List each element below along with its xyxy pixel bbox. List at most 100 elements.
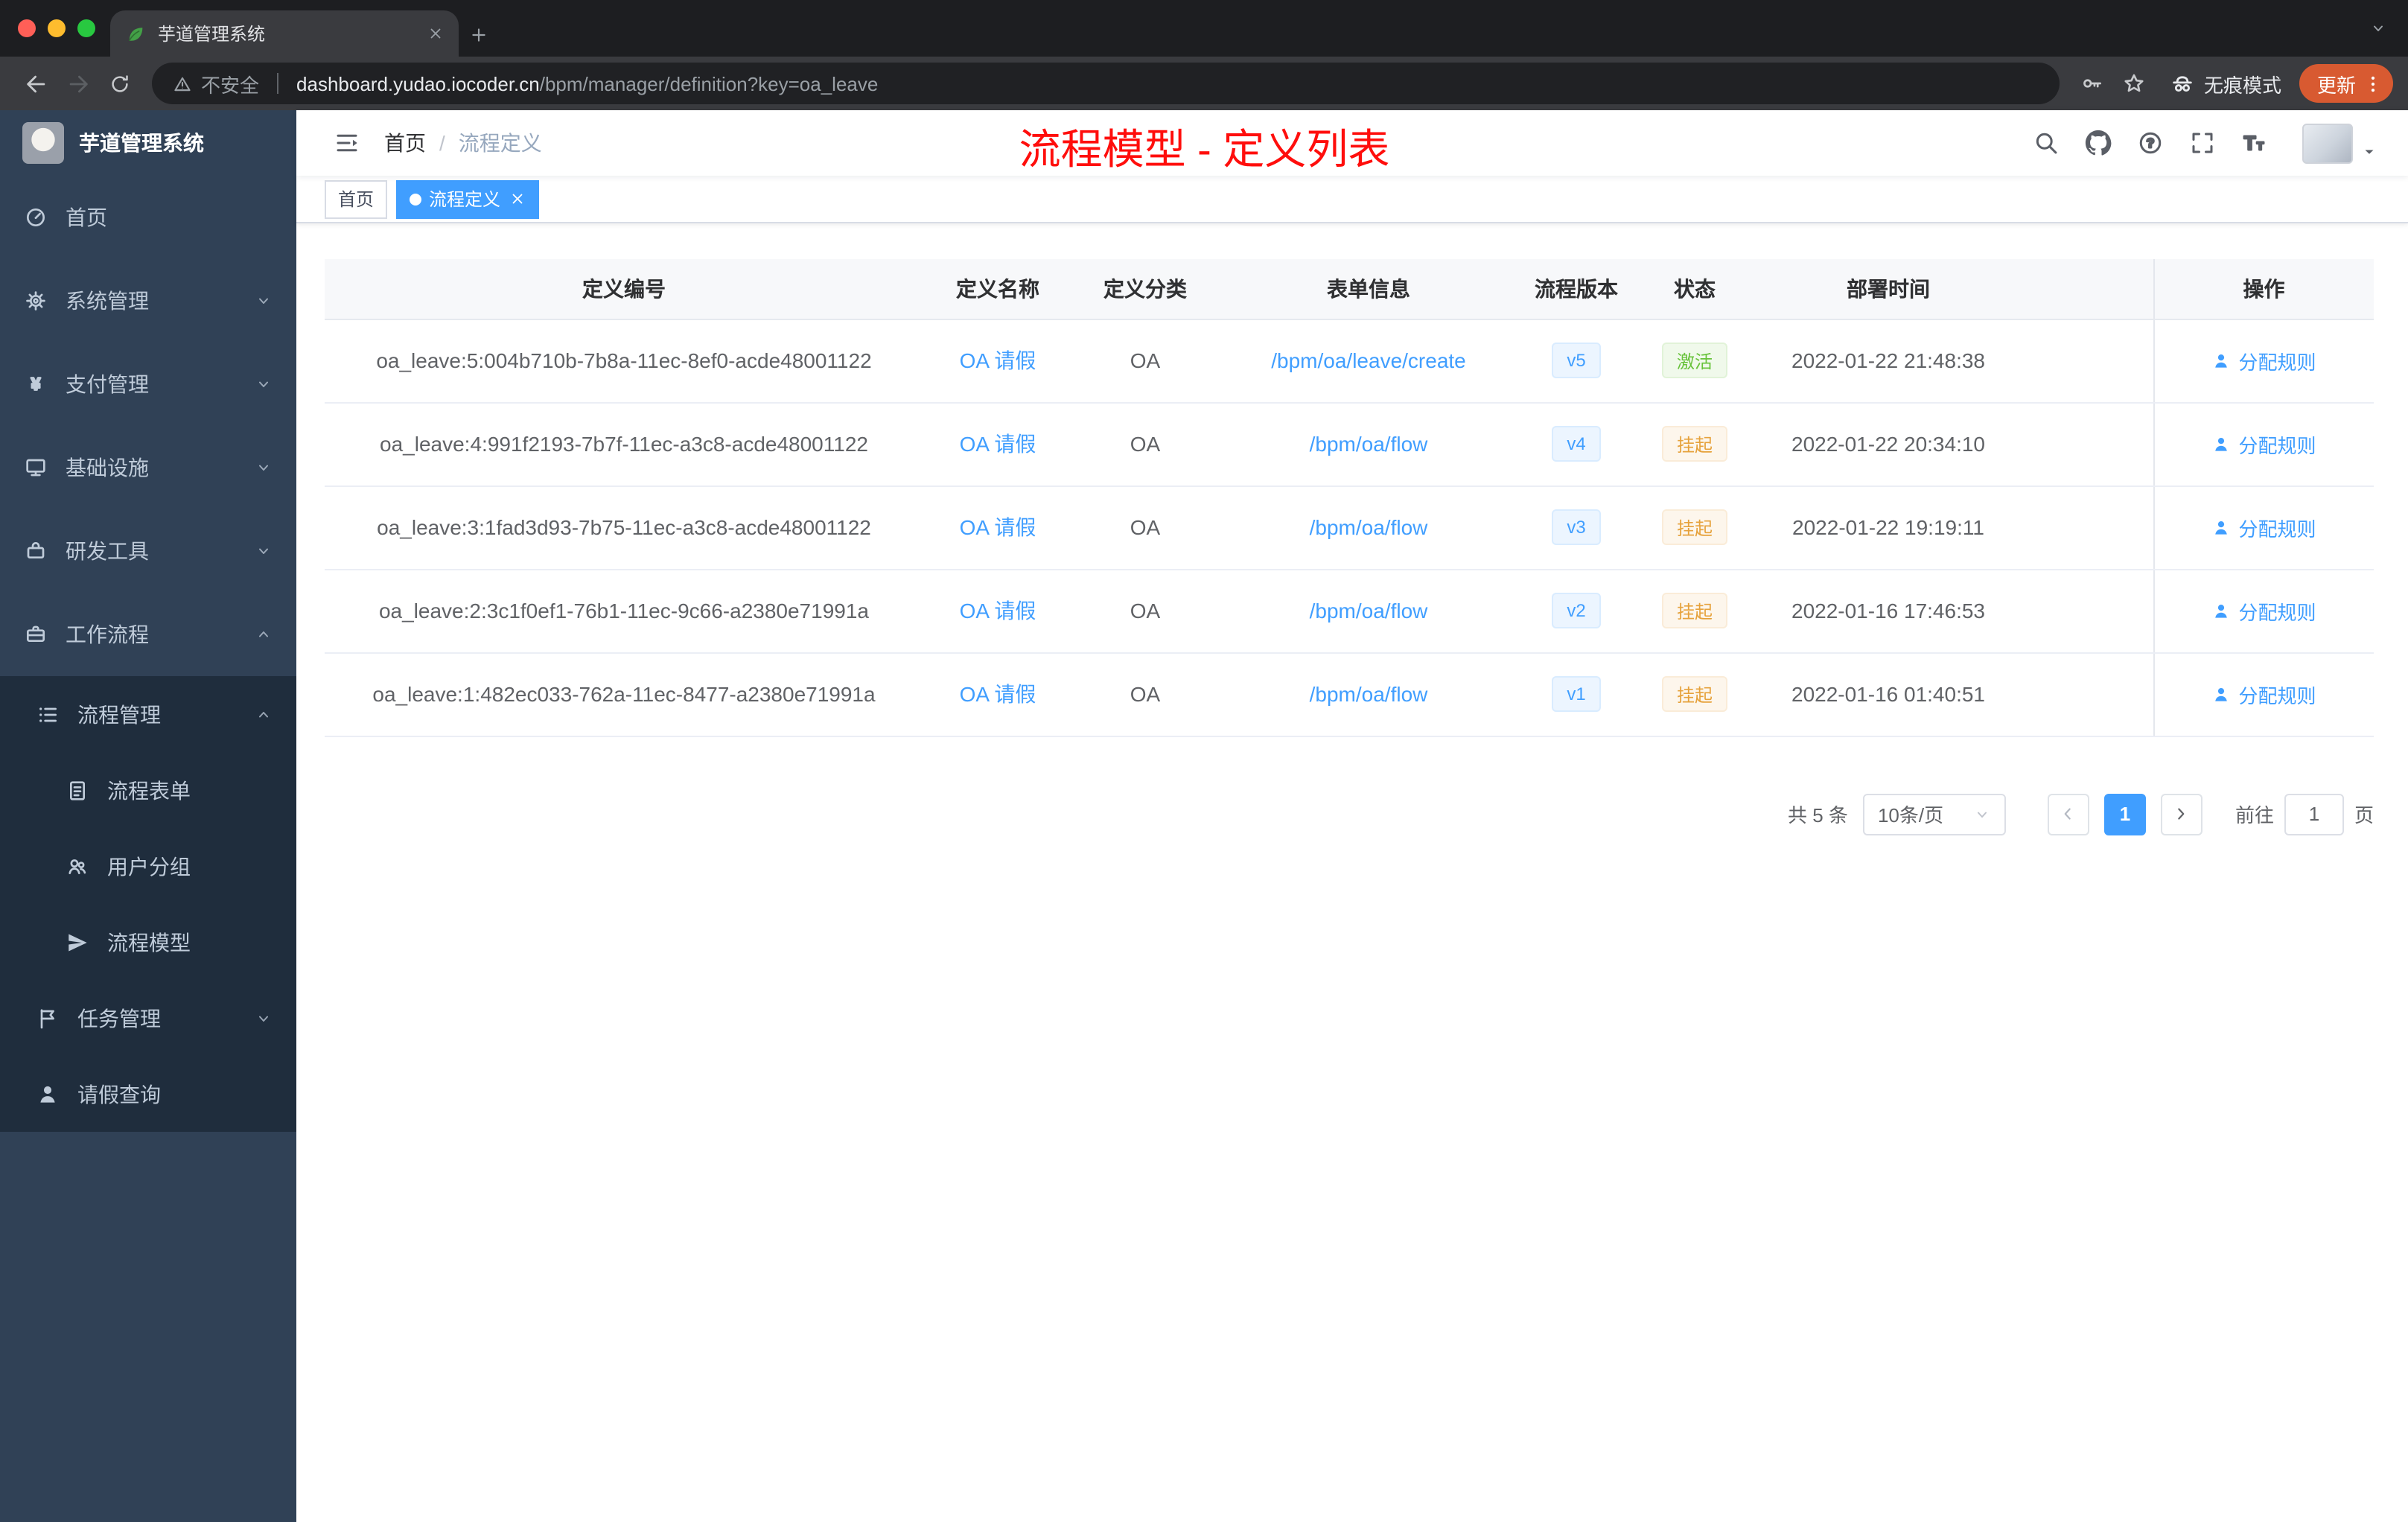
address-bar[interactable]: 不安全 dashboard.yudao.iocoder.cn/bpm/manag…	[152, 63, 2060, 104]
sidebar-item-system-mgmt[interactable]: 系统管理	[0, 259, 296, 343]
col-process-version: 流程版本	[1519, 259, 1634, 319]
status-tag: 挂起	[1661, 676, 1727, 712]
sidebar-toggle-icon[interactable]	[334, 130, 360, 156]
definition-name-link[interactable]: OA 请假	[960, 515, 1036, 539]
definition-name-link[interactable]: OA 请假	[960, 348, 1036, 372]
person-icon	[2211, 351, 2231, 370]
page-size-select[interactable]: 10条/页	[1862, 793, 2006, 835]
definition-id: oa_leave:5:004b710b-7b8a-11ec-8ef0-acde4…	[325, 319, 923, 403]
col-definition-category: 定义分类	[1072, 259, 1218, 319]
github-icon[interactable]	[2085, 130, 2112, 156]
form-info-link[interactable]: /bpm/oa/leave/create	[1271, 348, 1466, 372]
row-spacer	[2021, 485, 2153, 570]
sidebar-item-process-model[interactable]: 流程模型	[0, 904, 296, 980]
app-frame: 芋道管理系统 首页 系统管理 支付管理 基础设施 研发工具 工作流程 流程管理 …	[0, 110, 2408, 1522]
form-info-link[interactable]: /bpm/oa/flow	[1310, 682, 1428, 706]
sidebar-item-infrastructure[interactable]: 基础设施	[0, 426, 296, 509]
bookmark-button[interactable]	[2113, 63, 2155, 104]
status-tag: 挂起	[1661, 426, 1727, 462]
definition-category: OA	[1072, 402, 1218, 486]
next-page-button[interactable]	[2160, 793, 2202, 835]
assign-rule-link[interactable]: 分配规则	[2211, 680, 2316, 708]
sidebar-item-leave-query[interactable]: 请假查询	[0, 1056, 296, 1132]
prev-page-button[interactable]	[2047, 793, 2089, 835]
yen-icon	[24, 372, 48, 396]
sidebar-item-payment-mgmt[interactable]: 支付管理	[0, 343, 296, 426]
user-menu[interactable]	[2302, 123, 2378, 163]
tab-title: 芋道管理系统	[158, 24, 266, 45]
chevron-up-icon	[255, 625, 273, 643]
back-button[interactable]	[15, 63, 57, 104]
avatar[interactable]	[2302, 123, 2353, 163]
row-spacer	[2021, 569, 2153, 653]
definition-name-link[interactable]: OA 请假	[960, 682, 1036, 706]
breadcrumb: 首页 / 流程定义	[384, 128, 542, 158]
security-label[interactable]: 不安全	[201, 69, 259, 98]
chrome-update-button[interactable]: 更新	[2299, 64, 2393, 103]
toolbox-icon	[24, 539, 48, 563]
definition-id: oa_leave:1:482ec033-762a-11ec-8477-a2380…	[325, 652, 923, 736]
definition-name-link[interactable]: OA 请假	[960, 432, 1036, 456]
send-icon	[66, 930, 89, 954]
sidebar-item-process-mgmt[interactable]: 流程管理	[0, 676, 296, 752]
new-tab-button[interactable]	[459, 12, 497, 57]
key-icon	[2080, 71, 2104, 95]
back-icon	[23, 71, 48, 96]
assign-rule-link[interactable]: 分配规则	[2211, 346, 2316, 375]
definition-name-link[interactable]: OA 请假	[960, 599, 1036, 623]
definition-id: oa_leave:3:1fad3d93-7b75-11ec-a3c8-acde4…	[325, 485, 923, 570]
font-size-icon[interactable]	[2241, 130, 2268, 156]
form-info-link[interactable]: /bpm/oa/flow	[1310, 599, 1428, 623]
assign-rule-link[interactable]: 分配规则	[2211, 430, 2316, 458]
deploy-time: 2022-01-22 21:48:38	[1756, 319, 2021, 403]
col-definition-id: 定义编号	[325, 259, 923, 319]
sidebar-item-user-group[interactable]: 用户分组	[0, 828, 296, 904]
version-tag: v5	[1552, 343, 1601, 378]
sidebar-item-dev-tools[interactable]: 研发工具	[0, 509, 296, 593]
sidebar-item-label: 流程表单	[107, 778, 191, 802]
sidebar-item-workflow[interactable]: 工作流程	[0, 593, 296, 676]
window-minimize-button[interactable]	[48, 19, 66, 37]
tab-close-icon[interactable]	[427, 25, 444, 42]
users-icon	[66, 854, 89, 878]
active-dot	[410, 193, 422, 205]
assign-rule-link[interactable]: 分配规则	[2211, 513, 2316, 541]
fullscreen-icon[interactable]	[2189, 130, 2216, 156]
sidebar-item-home[interactable]: 首页	[0, 176, 296, 259]
forward-button[interactable]	[57, 63, 98, 104]
browser-tab[interactable]: 芋道管理系统	[110, 10, 459, 57]
window-close-button[interactable]	[18, 19, 36, 37]
form-info-link[interactable]: /bpm/oa/flow	[1310, 432, 1428, 456]
goto-page-input[interactable]	[2284, 793, 2344, 835]
col-status: 状态	[1634, 259, 1756, 319]
password-manager-button[interactable]	[2071, 63, 2113, 104]
assign-rule-link[interactable]: 分配规则	[2211, 596, 2316, 625]
app-title: 芋道管理系统	[79, 131, 204, 155]
sidebar-item-label: 工作流程	[66, 623, 149, 646]
page-number-1[interactable]: 1	[2103, 793, 2146, 835]
definition-category: OA	[1072, 485, 1218, 570]
sidebar-logo[interactable]: 芋道管理系统	[0, 110, 296, 176]
page-size-value: 10条/页	[1877, 804, 1944, 827]
kebab-menu-icon[interactable]	[2362, 72, 2384, 95]
status-tag: 挂起	[1661, 593, 1727, 628]
search-icon[interactable]	[2033, 130, 2060, 156]
sidebar-item-process-form[interactable]: 流程表单	[0, 752, 296, 828]
form-info-link[interactable]: /bpm/oa/flow	[1310, 515, 1428, 539]
sidebar-item-task-mgmt[interactable]: 任务管理	[0, 980, 296, 1056]
reload-button[interactable]	[98, 63, 140, 104]
list-icon	[36, 702, 60, 726]
update-label: 更新	[2316, 74, 2356, 96]
sidebar-item-label: 研发工具	[66, 539, 149, 563]
person-icon	[2211, 434, 2231, 453]
breadcrumb-home[interactable]: 首页	[384, 128, 426, 158]
row-spacer	[2021, 652, 2153, 736]
tag-home[interactable]: 首页	[325, 179, 388, 218]
table-row: oa_leave:5:004b710b-7b8a-11ec-8ef0-acde4…	[325, 319, 2374, 403]
dashboard-icon	[24, 206, 48, 229]
help-icon[interactable]	[2137, 130, 2164, 156]
tab-search-button[interactable]	[2369, 19, 2387, 37]
window-zoom-button[interactable]	[77, 19, 95, 37]
tag-close-icon[interactable]	[509, 191, 526, 207]
tag-process-definition[interactable]: 流程定义	[396, 179, 540, 218]
